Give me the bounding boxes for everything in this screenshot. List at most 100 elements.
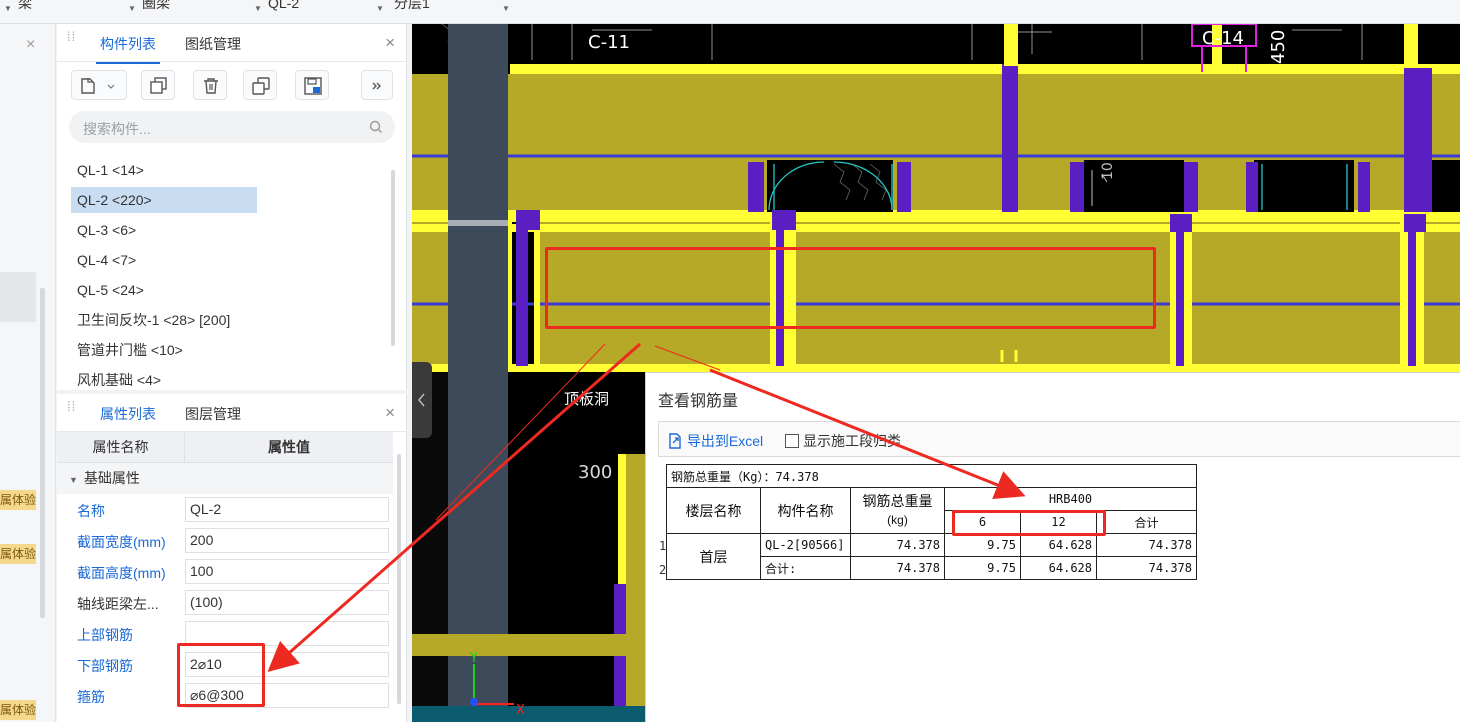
show-construction-segment-checkbox[interactable]: 显示施工段归类 — [785, 431, 901, 451]
cad-label: C-14 — [1202, 28, 1244, 49]
d12-cell: 64.628 — [1020, 556, 1097, 580]
close-icon[interactable]: × — [385, 403, 395, 423]
drag-handle-icon[interactable]: ⁞⁞ — [67, 400, 75, 420]
component-cell: 合计: — [760, 556, 851, 580]
property-value-field[interactable]: 100 — [185, 559, 389, 584]
chevron-down-icon: ▼ — [128, 4, 136, 13]
property-value-field[interactable]: 200 — [185, 528, 389, 553]
list-item[interactable]: QL-2 <220> — [71, 187, 257, 213]
tab-component-list[interactable]: 构件列表 — [96, 34, 160, 64]
d6-cell: 9.75 — [944, 533, 1021, 557]
component-cell: QL-2[90566] — [760, 533, 851, 557]
property-name: 名称 — [77, 503, 105, 519]
list-item[interactable]: QL-4 <7> — [71, 247, 136, 273]
list-item[interactable]: 卫生间反坎-1 <28> [200] — [71, 307, 230, 333]
property-row[interactable]: 名称 QL-2 — [57, 494, 393, 525]
header-property-value: 属性值 — [268, 439, 310, 455]
property-name: 截面宽度(mm) — [77, 534, 166, 550]
cad-label: 顶板洞 — [564, 390, 609, 408]
copy-button[interactable] — [141, 70, 175, 100]
list-item[interactable]: QL-3 <6> — [71, 217, 136, 243]
new-file-icon — [81, 78, 115, 94]
property-row[interactable]: 轴线距梁左... (100) — [57, 587, 393, 618]
property-row[interactable]: 截面宽度(mm) 200 — [57, 525, 393, 556]
axis-x-label: X — [516, 703, 525, 718]
close-icon[interactable]: × — [26, 36, 35, 54]
properties-tabs: ⁞⁞ 属性列表 图层管理 × — [57, 394, 407, 434]
component-dropdown[interactable]: QL-2 ▼ — [268, 0, 388, 24]
property-name: 下部钢筋 — [77, 658, 133, 674]
tab-layer-management[interactable]: 图层管理 — [185, 404, 241, 424]
more-button[interactable] — [361, 70, 393, 100]
double-chevron-right-icon — [372, 82, 381, 90]
save-template-button[interactable] — [295, 70, 329, 100]
highlight-box-beam — [545, 247, 1156, 329]
header-grade: HRB400 — [944, 487, 1197, 511]
property-group[interactable]: ▼ 基础属性 — [57, 463, 393, 494]
list-item[interactable]: QL-5 <24> — [71, 277, 144, 303]
header-total-weight-label: 钢筋总重量 — [862, 493, 933, 509]
trash-icon — [204, 78, 218, 94]
list-item[interactable]: QL-1 <14> — [71, 157, 144, 183]
scrollbar[interactable] — [391, 170, 395, 346]
export-label: 导出到Excel — [686, 433, 764, 449]
scrollbar[interactable] — [40, 288, 45, 618]
chevron-down-icon: ▼ — [502, 4, 510, 13]
delete-button[interactable] — [193, 70, 227, 100]
list-item[interactable]: 管道井门槛 <10> — [71, 337, 183, 363]
save-template-icon — [304, 77, 322, 95]
category-dropdown[interactable]: ▼ 梁 ▼ — [4, 0, 136, 24]
chevron-down-icon: ▼ — [254, 4, 262, 13]
tab-drawing-management[interactable]: 图纸管理 — [185, 34, 241, 54]
property-row[interactable]: 截面高度(mm) 100 — [57, 556, 393, 587]
component-value: QL-2 — [268, 0, 300, 11]
rebar-quantity-dialog: 查看钢筋量 导出到Excel 显示施工段归类 1 2 钢筋总重量（Kg）：74.… — [645, 372, 1460, 722]
left-side-panel: × 属体验 属体验 属体验 — [0, 24, 56, 722]
property-value-field[interactable]: QL-2 — [185, 497, 389, 522]
checkbox-label: 显示施工段归类 — [803, 433, 901, 449]
type-dropdown[interactable]: 圈梁 ▼ — [142, 0, 262, 24]
header-property-name: 属性名称 — [57, 432, 185, 463]
layer-dropdown[interactable]: 分层1 ▼ — [394, 0, 514, 24]
header-subtotal: 合计 — [1096, 510, 1197, 534]
copy-icon — [150, 77, 167, 94]
new-component-button[interactable] — [71, 70, 127, 100]
category-value: 梁 — [18, 0, 32, 11]
status-badge: 属体验 — [0, 490, 36, 510]
subtotal-cell: 74.378 — [1096, 533, 1197, 557]
list-item[interactable]: 风机基础 <4> — [71, 367, 161, 393]
rebar-table: 钢筋总重量（Kg）：74.378 楼层名称 构件名称 钢筋总重量 (kg) HRB… — [666, 464, 1197, 580]
property-table-header: 属性名称 属性值 — [57, 432, 393, 463]
axis-y-label: Y — [469, 651, 478, 666]
export-icon — [669, 433, 681, 449]
header-component: 构件名称 — [760, 487, 851, 534]
property-name: 截面高度(mm) — [77, 565, 166, 581]
property-value-field[interactable]: (100) — [185, 590, 389, 615]
type-value: 圈梁 — [142, 0, 170, 11]
status-badge: 属体验 — [0, 700, 36, 720]
drag-handle-icon[interactable]: ⁞⁞ — [67, 30, 75, 50]
dialog-title: 查看钢筋量 — [658, 393, 739, 410]
table-row[interactable]: 首层 QL-2[90566] 74.378 9.75 64.628 74.378 — [666, 533, 1197, 580]
app-window: ▼ 梁 ▼ 圈梁 ▼ QL-2 ▼ 分层1 ▼ × 属体验 属体验 属体验 ⁞⁞… — [0, 0, 1460, 722]
checkbox-box[interactable] — [785, 434, 799, 448]
floor-cell: 首层 — [666, 533, 761, 580]
header-unit: (kg) — [887, 513, 908, 527]
panel-collapse-handle[interactable] — [412, 362, 432, 438]
property-name: 轴线距梁左... — [77, 596, 159, 612]
property-name: 箍筋 — [77, 689, 105, 705]
close-icon[interactable]: × — [385, 33, 395, 53]
property-name: 上部钢筋 — [77, 627, 133, 643]
search-icon — [369, 120, 382, 133]
tab-property-list[interactable]: 属性列表 — [96, 404, 160, 434]
search-input[interactable]: 搜索构件... — [69, 111, 395, 143]
status-badge: 属体验 — [0, 544, 36, 564]
group-label: 基础属性 — [83, 470, 140, 486]
total-cell: 74.378 — [850, 533, 945, 557]
scrollbar[interactable] — [397, 454, 401, 704]
layer-copy-button[interactable] — [243, 70, 277, 100]
side-selection — [0, 272, 36, 322]
rebar-total: 钢筋总重量（Kg）：74.378 — [666, 464, 1197, 488]
subtotal-cell: 74.378 — [1096, 556, 1197, 580]
export-excel-button[interactable]: 导出到Excel — [667, 431, 763, 451]
